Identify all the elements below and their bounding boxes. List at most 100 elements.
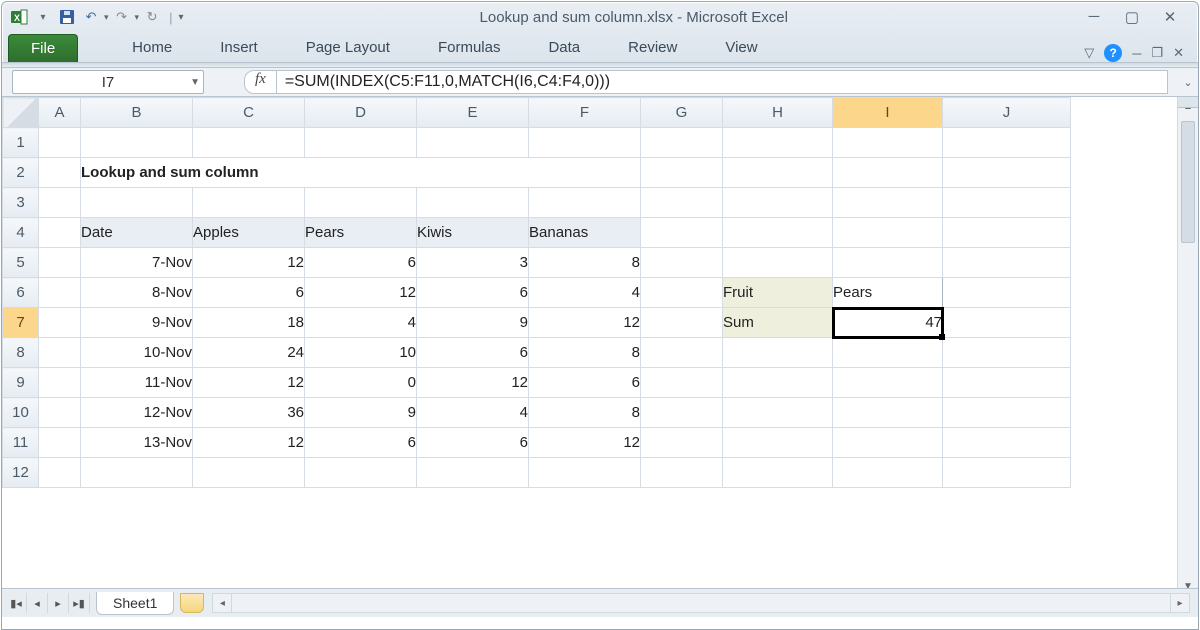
cell-F1[interactable] <box>529 128 641 158</box>
cell-F7[interactable]: 12 <box>529 308 641 338</box>
cell-C9[interactable]: 12 <box>193 368 305 398</box>
cell-E5[interactable]: 3 <box>417 248 529 278</box>
scroll-thumb[interactable] <box>1181 121 1195 243</box>
cell-G4[interactable] <box>641 218 723 248</box>
sheet-nav-next-icon[interactable]: ▸ <box>48 593 69 613</box>
cell-F11[interactable]: 12 <box>529 428 641 458</box>
cell-E8[interactable]: 6 <box>417 338 529 368</box>
cell-A2[interactable] <box>39 158 81 188</box>
excel-icon[interactable]: X <box>8 6 30 28</box>
cell-I9[interactable] <box>833 368 943 398</box>
cell-C11[interactable]: 12 <box>193 428 305 458</box>
cell-I1[interactable] <box>833 128 943 158</box>
wb-minimize-icon[interactable]: ─ <box>1132 46 1141 61</box>
refresh-icon[interactable]: ↻ <box>141 6 163 28</box>
row-header-3[interactable]: 3 <box>3 188 39 218</box>
cell-E9[interactable]: 12 <box>417 368 529 398</box>
cell-B10[interactable]: 12-Nov <box>81 398 193 428</box>
formula-expand-icon[interactable]: ⌄ <box>1178 76 1198 89</box>
cell-H2[interactable] <box>723 158 833 188</box>
cell-F4[interactable]: Bananas <box>529 218 641 248</box>
tab-insert[interactable]: Insert <box>196 33 282 62</box>
col-header-E[interactable]: E <box>417 98 529 128</box>
cell-E11[interactable]: 6 <box>417 428 529 458</box>
wb-close-icon[interactable]: ✕ <box>1173 45 1184 61</box>
cell-E4[interactable]: Kiwis <box>417 218 529 248</box>
cell-G11[interactable] <box>641 428 723 458</box>
cell-J2[interactable] <box>943 158 1071 188</box>
cell-E12[interactable] <box>417 458 529 488</box>
vertical-scrollbar[interactable]: ▲ ▼ <box>1177 97 1198 595</box>
cell-I3[interactable] <box>833 188 943 218</box>
row-header-4[interactable]: 4 <box>3 218 39 248</box>
cell-B5[interactable]: 7-Nov <box>81 248 193 278</box>
cell-C8[interactable]: 24 <box>193 338 305 368</box>
cell-G12[interactable] <box>641 458 723 488</box>
cell-F6[interactable]: 4 <box>529 278 641 308</box>
cell-A8[interactable] <box>39 338 81 368</box>
cell-I6[interactable]: Pears <box>833 278 943 308</box>
cell-A4[interactable] <box>39 218 81 248</box>
cell-E10[interactable]: 4 <box>417 398 529 428</box>
cell-I7[interactable]: 47 <box>833 308 943 338</box>
cell-D4[interactable]: Pears <box>305 218 417 248</box>
cell-C5[interactable]: 12 <box>193 248 305 278</box>
cell-F5[interactable]: 8 <box>529 248 641 278</box>
cell-E7[interactable]: 9 <box>417 308 529 338</box>
cell-F8[interactable]: 8 <box>529 338 641 368</box>
cell-D7[interactable]: 4 <box>305 308 417 338</box>
cell-C10[interactable]: 36 <box>193 398 305 428</box>
cell-B7[interactable]: 9-Nov <box>81 308 193 338</box>
sheet-nav-prev-icon[interactable]: ◂ <box>27 593 48 613</box>
col-header-H[interactable]: H <box>723 98 833 128</box>
fx-button[interactable]: fx <box>244 70 277 94</box>
cell-B4[interactable]: Date <box>81 218 193 248</box>
cell-G8[interactable] <box>641 338 723 368</box>
name-box-dropdown-icon[interactable]: ▼ <box>190 77 200 88</box>
cell-J6[interactable] <box>943 278 1071 308</box>
row-header-10[interactable]: 10 <box>3 398 39 428</box>
cell-A12[interactable] <box>39 458 81 488</box>
cell-B6[interactable]: 8-Nov <box>81 278 193 308</box>
ribbon-minimize-icon[interactable]: ▽ <box>1084 45 1094 61</box>
cell-H1[interactable] <box>723 128 833 158</box>
cell-H12[interactable] <box>723 458 833 488</box>
cell-A1[interactable] <box>39 128 81 158</box>
cell-D8[interactable]: 10 <box>305 338 417 368</box>
cell-A11[interactable] <box>39 428 81 458</box>
cell-E6[interactable]: 6 <box>417 278 529 308</box>
row-header-11[interactable]: 11 <box>3 428 39 458</box>
cell-D1[interactable] <box>305 128 417 158</box>
col-header-A[interactable]: A <box>39 98 81 128</box>
sheet-tab[interactable]: Sheet1 <box>96 592 174 615</box>
cell-A10[interactable] <box>39 398 81 428</box>
tab-review[interactable]: Review <box>604 33 701 62</box>
row-header-1[interactable]: 1 <box>3 128 39 158</box>
row-header-2[interactable]: 2 <box>3 158 39 188</box>
cell-G3[interactable] <box>641 188 723 218</box>
sheet-nav-last-icon[interactable]: ▸▮ <box>69 593 90 613</box>
scroll-left-icon[interactable]: ◂ <box>213 594 232 612</box>
col-header-F[interactable]: F <box>529 98 641 128</box>
cell-H4[interactable] <box>723 218 833 248</box>
cell-J7[interactable] <box>943 308 1071 338</box>
formula-input[interactable]: =SUM(INDEX(C5:F11,0,MATCH(I6,C4:F4,0))) <box>277 70 1168 94</box>
undo-icon[interactable]: ↶ <box>80 6 102 28</box>
minimize-button[interactable]: ─ <box>1084 8 1104 26</box>
cell-I5[interactable] <box>833 248 943 278</box>
row-header-9[interactable]: 9 <box>3 368 39 398</box>
cell-G7[interactable] <box>641 308 723 338</box>
row-header-5[interactable]: 5 <box>3 248 39 278</box>
cell-B9[interactable]: 11-Nov <box>81 368 193 398</box>
sheet-nav-first-icon[interactable]: ▮◂ <box>6 593 27 613</box>
name-box[interactable]: I7 ▼ <box>12 70 204 94</box>
cell-J4[interactable] <box>943 218 1071 248</box>
row-header-6[interactable]: 6 <box>3 278 39 308</box>
col-header-I[interactable]: I <box>833 98 943 128</box>
cell-I4[interactable] <box>833 218 943 248</box>
cell-A3[interactable] <box>39 188 81 218</box>
cell-C1[interactable] <box>193 128 305 158</box>
tab-view[interactable]: View <box>701 33 781 62</box>
close-button[interactable]: ✕ <box>1160 8 1180 26</box>
cell-F9[interactable]: 6 <box>529 368 641 398</box>
